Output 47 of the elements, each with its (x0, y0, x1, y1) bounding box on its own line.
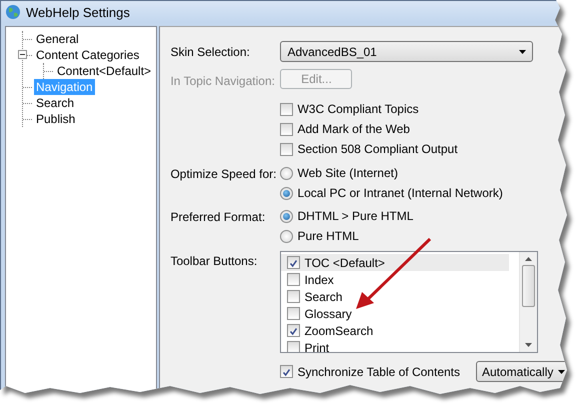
checkbox-label: W3C Compliant Topics (297, 102, 419, 116)
checkbox-label: Synchronize Table of Contents (297, 364, 460, 378)
checkbox[interactable] (280, 102, 294, 116)
radio-button[interactable] (280, 186, 294, 200)
checkbox[interactable] (287, 324, 300, 337)
scroll-up-icon[interactable] (525, 257, 532, 261)
field-label: Toolbar Buttons: (170, 253, 258, 268)
checkbox-label: ZoomSearch (304, 324, 374, 338)
checkbox-label: Index (304, 272, 334, 286)
checkbox[interactable] (287, 341, 300, 352)
caret-icon (519, 50, 526, 54)
field-label: Optimize Speed for: (170, 166, 278, 181)
tree-item[interactable]: Publish (34, 111, 78, 127)
caret-icon (558, 370, 565, 374)
checkbox[interactable] (280, 142, 294, 156)
globe-icon (5, 4, 21, 20)
radio-button[interactable] (280, 210, 294, 222)
window-title: WebHelp Settings (26, 4, 130, 20)
field-label: In Topic Navigation: (170, 73, 276, 88)
checkbox-label: TOC <Default> (304, 256, 385, 270)
checkbox[interactable] (280, 122, 294, 136)
tree-item[interactable]: Search (34, 95, 76, 111)
radio-label: DHTML > Pure HTML (297, 209, 414, 223)
scroll-down-icon[interactable] (525, 343, 532, 347)
radio-button[interactable] (280, 166, 294, 180)
radio-button[interactable] (280, 230, 294, 242)
checkbox-label: Print (304, 340, 330, 352)
field-label: Skin Selection: (170, 44, 251, 59)
tree-item[interactable]: General (34, 31, 81, 47)
radio-label: Web Site (Internet) (297, 166, 398, 180)
checkbox[interactable] (287, 256, 300, 269)
checkbox-label: Search (304, 290, 342, 304)
checkbox[interactable] (287, 307, 300, 320)
checkbox-label: Section 508 Compliant Output (297, 142, 458, 156)
radio-label: Pure HTML (297, 229, 359, 243)
collapse-icon[interactable] (18, 50, 27, 59)
radio-label: Local PC or Intranet (Internal Network) (297, 186, 503, 200)
tree-item[interactable]: Content Categories (34, 47, 142, 63)
checkbox[interactable] (280, 365, 294, 378)
checkbox[interactable] (287, 273, 300, 286)
skin-dropdown[interactable]: AdvancedBS_01 (280, 41, 534, 62)
checkbox-label: Add Mark of the Web (297, 122, 410, 136)
tree-item[interactable]: Content<Default> (55, 63, 154, 79)
field-label: Preferred Format: (170, 209, 266, 224)
scrollbar[interactable] (519, 252, 538, 352)
checkbox[interactable] (287, 290, 300, 303)
checkbox-label: Glossary (304, 306, 352, 320)
